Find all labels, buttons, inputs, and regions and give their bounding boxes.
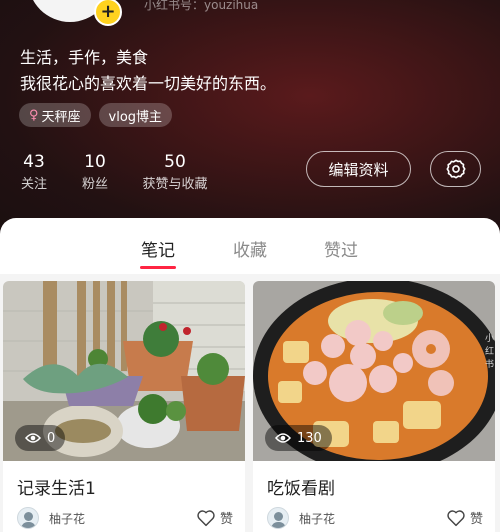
tag-vlogger: vlog博主 <box>98 103 173 127</box>
author-avatar <box>267 507 289 529</box>
settings-button[interactable] <box>430 151 481 187</box>
note-author[interactable]: 柚子花 <box>17 507 85 529</box>
add-avatar-button[interactable]: + <box>94 0 122 26</box>
stat-label: 获赞与收藏 <box>142 177 208 192</box>
profile-tags: ♀ 天秤座 vlog博主 <box>19 103 173 127</box>
note-title[interactable]: 吃饭看剧 <box>267 474 335 499</box>
like-button[interactable]: 赞 <box>196 508 233 527</box>
note-card[interactable]: 小红书 130 吃饭看剧 柚子花 赞 <box>253 281 495 532</box>
eye-icon <box>275 432 291 444</box>
stat-value: 43 <box>23 152 45 172</box>
author-avatar <box>17 507 39 529</box>
bio-line-2: 我很花心的喜欢着一切美好的东西。 <box>20 74 277 93</box>
stat-likes-collects[interactable]: 50 获赞与收藏 <box>139 152 211 193</box>
stat-value: 10 <box>84 152 106 172</box>
like-button[interactable]: 赞 <box>446 508 483 527</box>
heart-icon <box>197 509 215 526</box>
stat-label: 关注 <box>20 177 47 192</box>
note-title[interactable]: 记录生活1 <box>17 474 96 499</box>
stat-label: 粉丝 <box>81 177 108 192</box>
gear-icon <box>445 159 466 179</box>
tag-zodiac: ♀ 天秤座 <box>19 103 91 127</box>
edit-profile-button[interactable]: 编辑资料 <box>306 151 411 187</box>
watermark-text: 小红书 <box>485 334 495 370</box>
view-count: 130 <box>265 425 332 451</box>
tab-liked[interactable]: 赞过 <box>324 236 358 261</box>
note-card[interactable]: 0 记录生活1 柚子花 赞 <box>3 281 245 532</box>
like-label: 赞 <box>219 512 233 527</box>
tab-notes[interactable]: 笔记 <box>141 236 175 261</box>
view-count: 0 <box>15 425 66 451</box>
tag-label: 天秤座 <box>41 109 81 125</box>
author-name: 柚子花 <box>299 511 336 526</box>
note-author[interactable]: 柚子花 <box>267 507 335 529</box>
view-count-value: 130 <box>297 430 322 446</box>
tag-label: vlog博主 <box>108 109 163 125</box>
author-name: 柚子花 <box>49 511 86 526</box>
eye-icon <box>25 432 41 444</box>
female-symbol-icon: ♀ <box>29 107 39 123</box>
stat-following[interactable]: 43 关注 <box>20 152 48 193</box>
active-tab-indicator <box>140 266 176 269</box>
tab-collections[interactable]: 收藏 <box>233 236 267 261</box>
profile-header: + 小红书号：youzihua 生活，手作，美食 我很花心的喜欢着一切美好的东西… <box>0 0 500 240</box>
like-label: 赞 <box>469 512 483 527</box>
stat-fans[interactable]: 10 粉丝 <box>80 152 110 193</box>
view-count-value: 0 <box>47 430 56 446</box>
bio-line-1: 生活，手作，美食 <box>20 48 149 67</box>
redbook-id: 小红书号：youzihua <box>144 0 259 12</box>
note-cover-image[interactable]: 小红书 130 <box>253 281 495 461</box>
note-cover-image[interactable]: 0 <box>3 281 245 461</box>
heart-icon <box>447 509 465 526</box>
stat-value: 50 <box>164 152 186 172</box>
